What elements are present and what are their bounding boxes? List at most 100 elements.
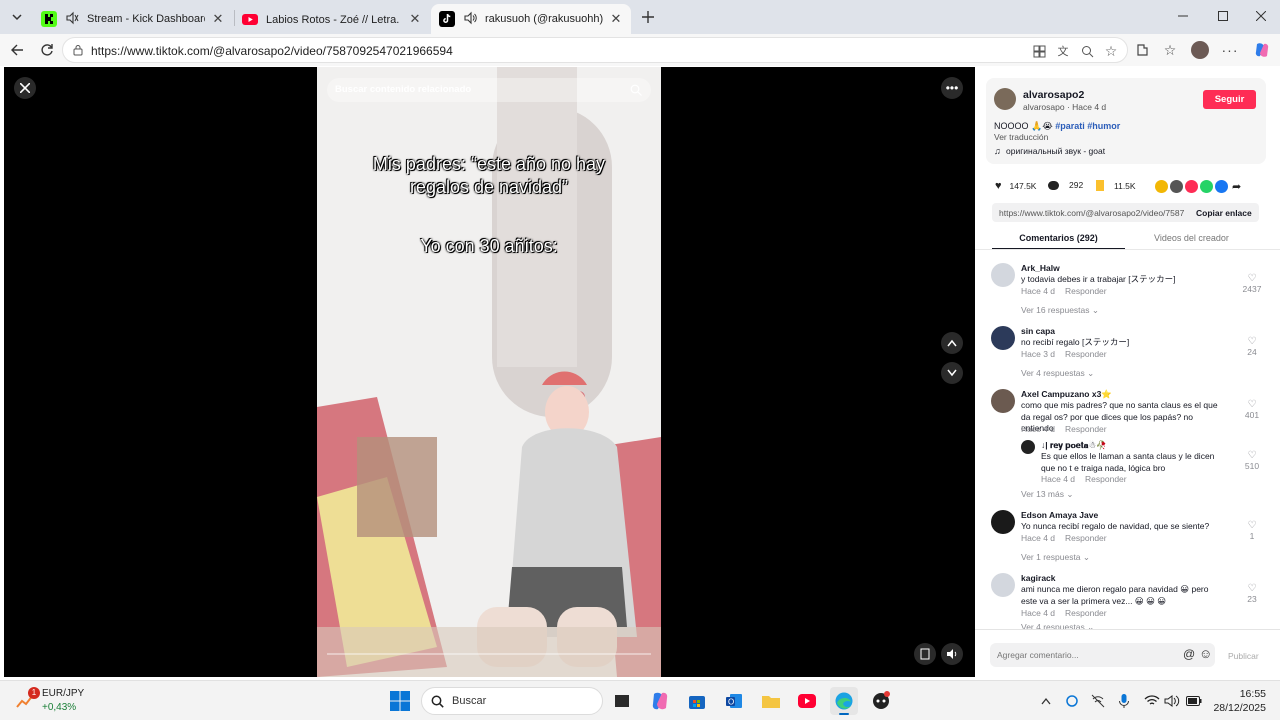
favorite-star-icon[interactable]: ☆	[1103, 43, 1119, 59]
avatar[interactable]	[1021, 440, 1035, 454]
copy-link-button[interactable]: Copiar enlace	[1196, 208, 1252, 218]
previous-video-button[interactable]	[941, 332, 963, 354]
close-tab-icon[interactable]: ✕	[211, 12, 225, 26]
avatar[interactable]	[991, 510, 1015, 534]
clock[interactable]: 16:55 28/12/2025	[1208, 687, 1266, 715]
save-action[interactable]: 11.5K	[1096, 180, 1136, 191]
video-frame[interactable]: Buscar contenido relacionado Mis padres:…	[317, 67, 661, 677]
next-video-button[interactable]	[941, 362, 963, 384]
more-options-icon[interactable]: •••	[941, 77, 963, 99]
reply-button[interactable]: Responder	[1065, 608, 1107, 618]
weather-widget[interactable]: 1 EUR/JPY +0,43%	[12, 685, 122, 717]
avatar[interactable]	[991, 263, 1015, 287]
close-tab-icon[interactable]: ✕	[609, 12, 623, 26]
close-window-button[interactable]	[1241, 0, 1280, 32]
comment-like[interactable]: ♡ 401	[1240, 399, 1264, 420]
avatar[interactable]	[991, 389, 1015, 413]
favorites-icon[interactable]: ☆	[1158, 38, 1182, 62]
show-hidden-icons[interactable]	[1032, 687, 1060, 715]
view-replies-button[interactable]: Ver 1 respuesta ⌄	[1021, 552, 1090, 563]
youtube-app-icon[interactable]	[793, 687, 821, 715]
like-action[interactable]: ♥ 147.5K	[995, 180, 1036, 192]
outlook-icon[interactable]: O	[720, 687, 748, 715]
post-hashtags[interactable]: #parati #humor	[1055, 121, 1120, 131]
reply-like[interactable]: ♡ 510	[1240, 450, 1264, 471]
comment-input[interactable]: Agregar comentario... @ ☺	[990, 643, 1215, 667]
taskbar-search[interactable]: Buscar	[421, 687, 603, 715]
share-arrow-icon[interactable]: ➦	[1232, 180, 1241, 193]
send-icon[interactable]	[1185, 180, 1198, 193]
whatsapp-icon[interactable]	[1200, 180, 1213, 193]
maximize-button[interactable]	[1203, 0, 1243, 32]
comment-like[interactable]: ♡ 23	[1240, 583, 1264, 604]
tab-youtube[interactable]: Labios Rotos - Zoé // Letra. ♡ - Yo ✕	[234, 4, 430, 34]
new-tab-icon[interactable]	[638, 7, 658, 27]
comment-like[interactable]: ♡ 2437	[1240, 273, 1264, 294]
facebook-icon[interactable]	[1215, 180, 1228, 193]
avatar[interactable]	[991, 573, 1015, 597]
mention-icon[interactable]: @	[1183, 647, 1195, 661]
copilot-icon[interactable]	[1250, 38, 1274, 62]
author-username[interactable]: alvarosapo2	[1023, 89, 1084, 101]
copilot-app-icon[interactable]	[646, 687, 674, 715]
comment-username[interactable]: Axel Campuzano x3⭐	[1021, 389, 1112, 400]
close-tab-icon[interactable]: ✕	[408, 12, 422, 26]
view-replies-button[interactable]: Ver 16 respuestas ⌄	[1021, 305, 1099, 316]
avatar[interactable]	[991, 326, 1015, 350]
coin-icon[interactable]	[1155, 180, 1168, 193]
embed-icon[interactable]	[1170, 180, 1183, 193]
comment-username[interactable]: Ark_Halw	[1021, 263, 1060, 273]
emoji-icon[interactable]: ☺	[1199, 646, 1212, 661]
follow-button[interactable]: Seguir	[1203, 90, 1256, 109]
minimize-button[interactable]	[1163, 0, 1203, 32]
app-available-icon[interactable]	[1031, 43, 1047, 59]
reply-button[interactable]: Responder	[1085, 474, 1127, 484]
tab-tiktok[interactable]: rakusuoh (@rakusuohh) | TikT ✕	[431, 4, 631, 34]
video-player[interactable]: Buscar contenido relacionado Mis padres:…	[4, 67, 975, 677]
comment-like[interactable]: ♡ 1	[1240, 520, 1264, 541]
reply-button[interactable]: Responder	[1065, 424, 1107, 434]
zoom-icon[interactable]	[1079, 43, 1095, 59]
extensions-icon[interactable]	[1130, 38, 1154, 62]
battery-icon[interactable]	[1180, 687, 1208, 715]
video-progress-bar[interactable]	[327, 653, 651, 655]
comment-username[interactable]: sin capa	[1021, 326, 1055, 336]
view-more-replies-button[interactable]: Ver 13 más ⌄	[1021, 489, 1074, 500]
microphone-icon[interactable]	[1110, 687, 1138, 715]
floating-player-button[interactable]	[914, 643, 936, 665]
network-off-icon[interactable]	[1084, 687, 1112, 715]
see-translation-link[interactable]: Ver traducción	[994, 132, 1048, 142]
reply-button[interactable]: Responder	[1065, 286, 1107, 296]
publish-button[interactable]: Publicar	[1228, 651, 1259, 661]
comment-username[interactable]: Edson Amaya Jave	[1021, 510, 1098, 520]
tab-kick[interactable]: Stream - Kick Dashboard ✕	[33, 4, 233, 34]
share-link-text[interactable]: https://www.tiktok.com/@alvarosapo2/vide…	[999, 208, 1185, 218]
tab-comments[interactable]: Comentarios (292)	[992, 233, 1125, 250]
view-replies-button[interactable]: Ver 4 respuestas ⌄	[1021, 368, 1094, 379]
sync-icon[interactable]	[1058, 687, 1086, 715]
author-avatar[interactable]	[994, 88, 1016, 110]
reply-button[interactable]: Responder	[1065, 533, 1107, 543]
volume-button[interactable]	[941, 643, 963, 665]
tab-list-chevron-icon[interactable]	[8, 8, 26, 26]
back-button[interactable]	[5, 38, 29, 62]
store-icon[interactable]	[683, 687, 711, 715]
address-bar[interactable]: https://www.tiktok.com/@alvarosapo2/vide…	[62, 37, 1128, 63]
comment-action[interactable]: 292	[1048, 180, 1083, 190]
comment-like[interactable]: ♡ 24	[1240, 336, 1264, 357]
tab-creator-videos[interactable]: Videos del creador	[1125, 233, 1258, 250]
reply-username[interactable]: ↓| 𝐫𝐞𝐲 𝐩𝐨𝐞𝐭𝐚☃🥀	[1041, 440, 1107, 451]
translate-icon[interactable]: 文	[1055, 43, 1071, 59]
edge-icon[interactable]	[830, 687, 858, 715]
task-view-icon[interactable]	[608, 687, 636, 715]
reply-button[interactable]: Responder	[1065, 349, 1107, 359]
sound-name[interactable]: оригинальный звук - goat	[1006, 146, 1105, 156]
reload-button[interactable]	[35, 38, 59, 62]
site-info-icon[interactable]	[71, 43, 85, 57]
close-video-button[interactable]	[14, 77, 36, 99]
profile-avatar[interactable]	[1188, 38, 1212, 62]
search-icon[interactable]	[629, 83, 643, 97]
start-button[interactable]	[386, 687, 414, 715]
more-menu-icon[interactable]: ···	[1218, 38, 1242, 62]
file-explorer-icon[interactable]	[757, 687, 785, 715]
